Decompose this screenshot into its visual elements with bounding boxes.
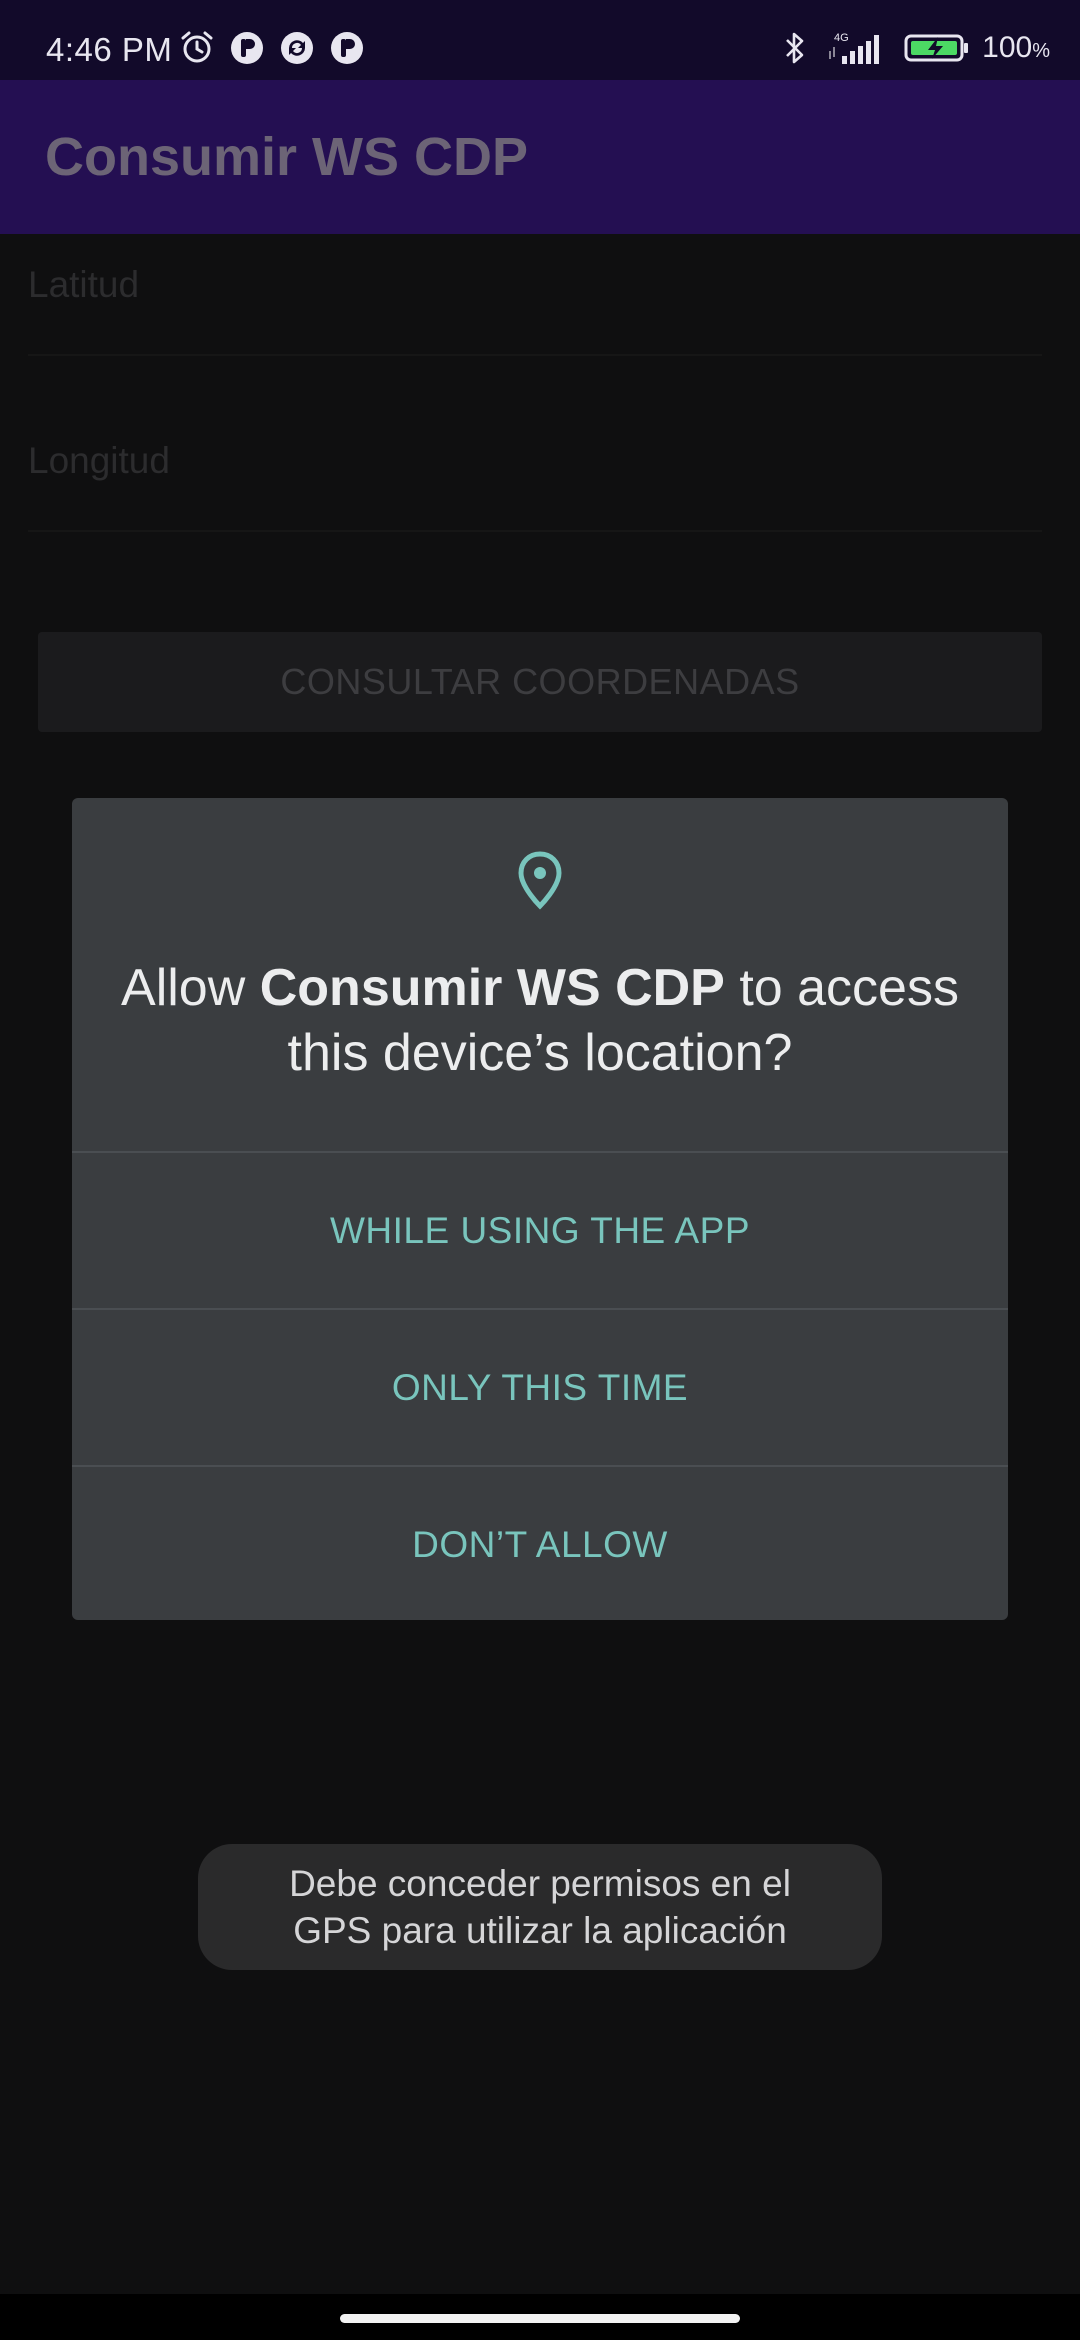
- app-bar: Consumir WS CDP: [0, 80, 1080, 234]
- toast-text: Debe conceder permisos en el GPS para ut…: [289, 1863, 791, 1951]
- status-bar: 4:46 PM 4G 100%: [0, 0, 1080, 80]
- status-time: 4:46 PM: [46, 31, 173, 68]
- bluetooth-icon: [776, 29, 814, 67]
- location-pin-icon: [515, 850, 565, 910]
- dialog-app-name: Consumir WS CDP: [259, 959, 725, 1017]
- dont-allow-label: DON’T ALLOW: [412, 1523, 668, 1565]
- status-icons-left: [178, 28, 366, 68]
- alarm-icon: [178, 29, 216, 67]
- cellular-signal-icon: 4G: [826, 29, 892, 67]
- app-notification-icon: [228, 29, 266, 67]
- toast-message: Debe conceder permisos en el GPS para ut…: [198, 1844, 882, 1970]
- app-title: Consumir WS CDP: [45, 127, 529, 187]
- while-using-app-button[interactable]: WHILE USING THE APP: [72, 1153, 1008, 1310]
- longitude-label: Longitud: [28, 440, 170, 481]
- battery-charging-icon: [904, 29, 970, 67]
- dialog-header: Allow Consumir WS CDP to access this dev…: [72, 798, 1008, 1153]
- dialog-title-prefix: Allow: [121, 959, 260, 1017]
- latitude-label: Latitud: [28, 264, 140, 305]
- only-this-time-label: ONLY THIS TIME: [391, 1366, 689, 1408]
- consult-coordinates-button[interactable]: CONSULTAR COORDENADAS: [38, 632, 1042, 732]
- latitude-field[interactable]: Latitud: [28, 234, 1042, 356]
- while-using-app-label: WHILE USING THE APP: [329, 1209, 751, 1251]
- longitude-field[interactable]: Longitud: [28, 410, 1042, 532]
- only-this-time-button[interactable]: ONLY THIS TIME: [72, 1310, 1008, 1467]
- battery-percent: 100%: [982, 31, 1050, 64]
- network-type-label: 4G: [834, 32, 849, 44]
- screen: 4:46 PM 4G 100% Consumir WS CDP Latitud …: [0, 0, 1080, 2340]
- dont-allow-button[interactable]: DON’T ALLOW: [72, 1467, 1008, 1620]
- status-icons-right: 4G 100%: [776, 28, 1050, 68]
- home-indicator[interactable]: [340, 2314, 740, 2323]
- dialog-title: Allow Consumir WS CDP to access this dev…: [112, 956, 968, 1086]
- app-notification-icon: [328, 29, 366, 67]
- sync-notification-icon: [278, 29, 316, 67]
- location-permission-dialog: Allow Consumir WS CDP to access this dev…: [72, 798, 1008, 1620]
- consult-coordinates-label: CONSULTAR COORDENADAS: [280, 661, 800, 702]
